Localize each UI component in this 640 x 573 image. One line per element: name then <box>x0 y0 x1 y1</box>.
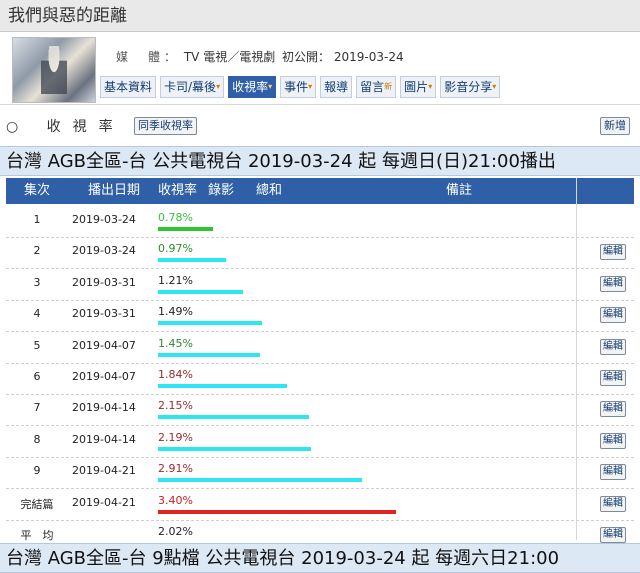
table-row: 5 2019-04-07 1.45% 編輯 <box>6 332 634 364</box>
header-rating: 收視率 <box>158 183 198 198</box>
media-value: TV 電視／電視劇 <box>183 50 276 64</box>
rating-value: 1.21% <box>158 273 193 287</box>
tab-events[interactable]: 事件▾ <box>280 76 317 98</box>
tab-cast[interactable]: 卡司/幕後▾ <box>160 76 225 98</box>
edit-button[interactable]: 編輯 <box>600 495 626 512</box>
schedule-banner-1: 台灣 AGB全區-台 公共電視台 2019-03-24 起 每週日(日)21:0… <box>0 146 640 176</box>
rating-value: 0.78% <box>158 211 193 224</box>
table-row: 完結篇 2019-04-21 3.40% 編輯 <box>6 489 634 521</box>
header-date: 播出日期 <box>88 183 141 198</box>
date-cell: 2019-03-24 <box>72 244 136 258</box>
episode-cell: 2 <box>33 244 41 258</box>
rating-value: 2.91% <box>158 462 193 476</box>
episode-cell: 3 <box>33 275 41 289</box>
episode-cell: 1 <box>33 213 41 226</box>
ratings-heading: ○ 收視率 <box>6 119 125 135</box>
rating-bar <box>158 446 311 451</box>
header-note: 備註 <box>446 183 473 198</box>
rating-value: 2.19% <box>158 430 193 444</box>
date-cell: 2019-03-24 <box>72 213 136 226</box>
table-row: 8 2019-04-14 2.19% 編輯 <box>6 426 634 458</box>
rating-bar <box>158 289 243 294</box>
edit-button[interactable]: 編輯 <box>600 464 626 481</box>
dropdown-icon: ▾ <box>428 82 433 91</box>
episode-cell: 7 <box>33 401 41 415</box>
date-cell: 2019-04-07 <box>72 370 136 383</box>
premiere-info: 初公開： 2019-03-24 <box>282 48 404 65</box>
rating-bar <box>158 478 362 483</box>
date-cell: 2019-04-21 <box>72 464 136 478</box>
same-season-ratings-button[interactable]: 同季收視率 <box>134 117 197 135</box>
dropdown-icon: ▾ <box>268 82 273 91</box>
schedule-banner-2: 台灣 AGB全區-台 9點檔 公共電視台 2019-03-24 起 每週六日21… <box>0 543 640 573</box>
tab-basic-info[interactable]: 基本資料 <box>100 76 157 98</box>
dropdown-icon: ▾ <box>492 82 497 91</box>
poster-image[interactable] <box>12 37 96 103</box>
tab-comments[interactable]: 留言新 <box>356 76 397 98</box>
rating-bar <box>158 384 287 388</box>
table-row: 3 2019-03-31 1.21% 編輯 <box>6 269 634 301</box>
rating-value: 3.40% <box>158 493 193 507</box>
edit-button[interactable]: 編輯 <box>600 244 626 261</box>
date-cell: 2019-04-07 <box>72 338 136 352</box>
dropdown-icon: ▾ <box>216 82 221 91</box>
table-row: 2 2019-03-24 0.97% 編輯 <box>6 237 634 270</box>
new-badge: 新 <box>384 82 393 91</box>
rating-value: 2.02% <box>158 525 193 538</box>
tab-bar: 基本資料 卡司/幕後▾ 收視率▾ 事件▾ 報導 留言新 圖片▾ 影音分享▾ <box>100 76 501 98</box>
media-label: 媒 體： <box>116 50 181 64</box>
table-row: 6 2019-04-07 1.84% 編輯 <box>6 363 634 395</box>
tab-video-share[interactable]: 影音分享▾ <box>440 76 501 98</box>
edit-button[interactable]: 編輯 <box>600 275 626 292</box>
page-title: 我們與惡的距離 <box>0 0 640 32</box>
premiere-label: 初公開： <box>282 50 331 64</box>
divider <box>0 104 640 105</box>
date-cell: 2019-03-31 <box>72 307 136 321</box>
header-episode: 集次 <box>24 183 51 198</box>
table-row: 1 2019-03-24 0.78% <box>6 206 634 238</box>
rating-bar <box>158 415 309 420</box>
add-button[interactable]: 新增 <box>600 117 630 135</box>
episode-cell: 8 <box>33 432 41 446</box>
tab-reports[interactable]: 報導 <box>320 76 353 98</box>
table-row: 7 2019-04-14 2.15% 編輯 <box>6 394 634 427</box>
table-row: 4 2019-03-31 1.49% 編輯 <box>6 300 634 333</box>
episode-cell: 5 <box>33 338 41 352</box>
tab-ratings[interactable]: 收視率▾ <box>228 76 277 98</box>
table-row: 9 2019-04-21 2.91% 編輯 <box>6 457 634 490</box>
date-cell: 2019-04-14 <box>72 401 136 415</box>
rating-value: 1.49% <box>158 305 193 319</box>
date-cell: 2019-04-21 <box>72 495 136 509</box>
edit-button[interactable]: 編輯 <box>600 307 626 324</box>
header-recording: 錄影 <box>208 183 235 198</box>
rating-value: 0.97% <box>158 242 193 256</box>
edit-button[interactable]: 編輯 <box>600 401 626 418</box>
rating-value: 1.84% <box>158 368 193 381</box>
tab-images[interactable]: 圖片▾ <box>400 76 437 98</box>
edit-button[interactable]: 編輯 <box>600 527 626 543</box>
rating-bar <box>158 321 262 326</box>
episode-cell: 6 <box>33 370 41 383</box>
rating-bar <box>158 227 213 231</box>
rating-bar <box>158 509 396 514</box>
episode-cell: 9 <box>33 464 41 478</box>
media-info: 媒 體： TV 電視／電視劇 <box>116 48 275 65</box>
rating-value: 1.45% <box>158 336 193 350</box>
rating-bar <box>158 352 260 357</box>
edit-button[interactable]: 編輯 <box>600 370 626 386</box>
edit-button[interactable]: 編輯 <box>600 432 626 449</box>
episode-cell: 4 <box>33 307 41 321</box>
date-cell: 2019-03-31 <box>72 275 136 289</box>
rating-bar <box>158 258 226 263</box>
edit-button[interactable]: 編輯 <box>600 338 626 355</box>
rating-value: 2.15% <box>158 399 193 413</box>
episode-cell: 平 均 <box>20 529 54 542</box>
table-header: 集次 播出日期 收視率 錄影 總和 備註 <box>6 178 634 204</box>
episode-cell: 完結篇 <box>20 497 54 511</box>
premiere-value: 2019-03-24 <box>333 50 404 64</box>
date-cell: 2019-04-14 <box>72 432 136 446</box>
dropdown-icon: ▾ <box>308 82 313 91</box>
header-total: 總和 <box>256 183 283 198</box>
